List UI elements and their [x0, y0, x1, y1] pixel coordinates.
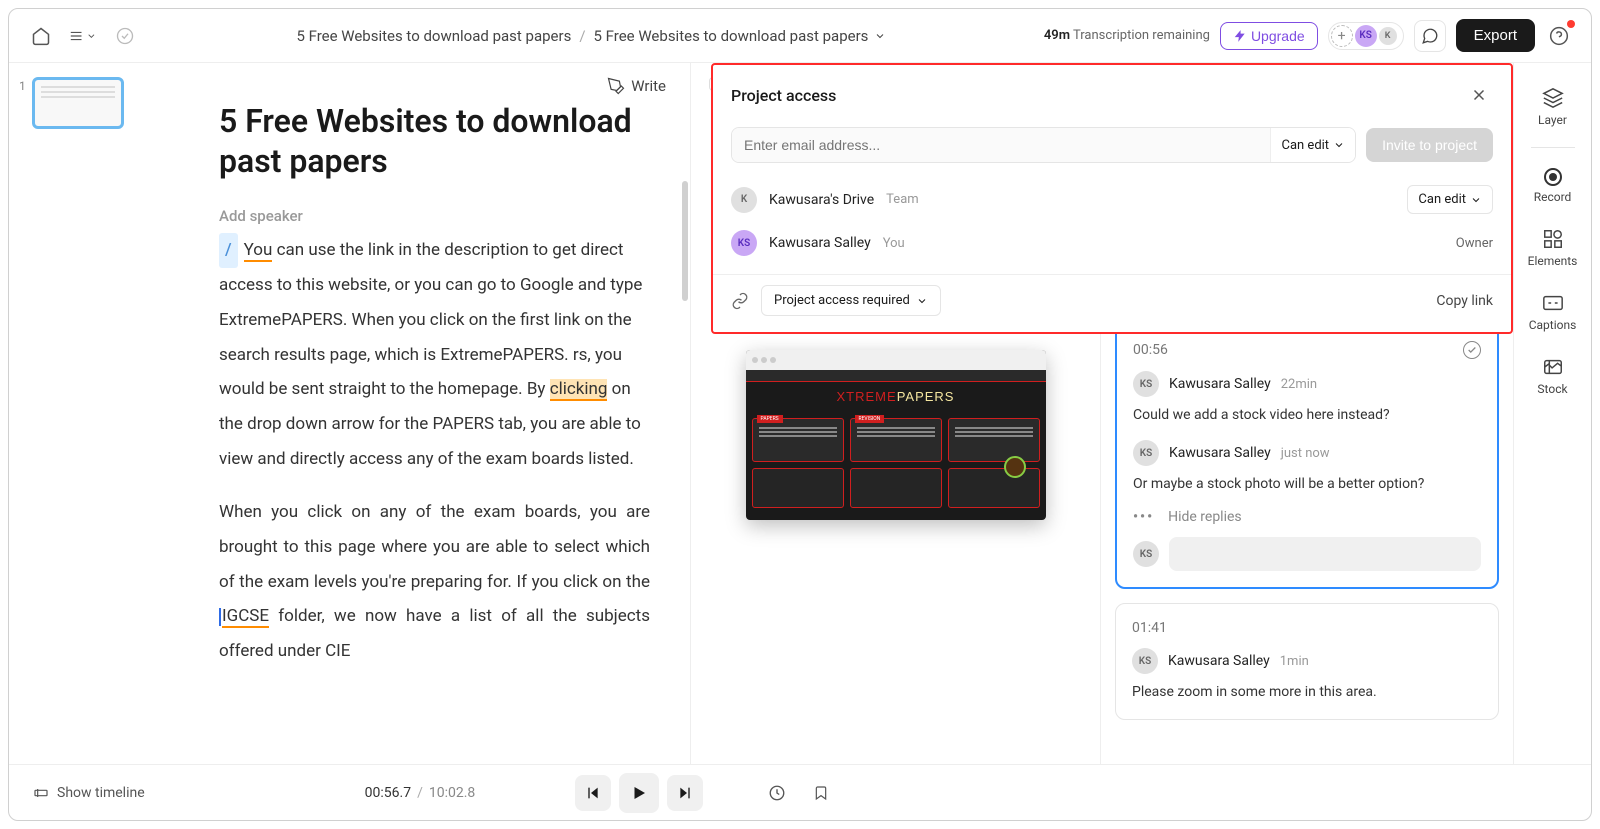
comment-button[interactable] [1414, 20, 1446, 52]
avatar: K [1379, 27, 1397, 45]
tool-captions[interactable]: Captions [1514, 282, 1591, 342]
lightning-icon [1233, 29, 1247, 43]
highlighted-word: IGCSE [222, 606, 269, 628]
stock-icon [1542, 356, 1564, 378]
avatar: KS [1133, 541, 1159, 567]
member-row: KS Kawusara Salley You Owner [731, 222, 1493, 264]
chevron-down-icon[interactable] [874, 30, 886, 42]
tool-elements[interactable]: Elements [1514, 218, 1591, 278]
breadcrumb-current[interactable]: 5 Free Websites to download past papers [594, 27, 887, 45]
project-access-title: Project access [731, 86, 836, 105]
comment-text: Could we add a stock video here instead? [1133, 405, 1481, 426]
video-preview[interactable]: XTREMEPAPERS PAPERS REVISION [746, 350, 1046, 520]
resolve-button[interactable] [1463, 341, 1481, 359]
add-speaker-button[interactable]: Add speaker [219, 207, 303, 225]
breadcrumb: 5 Free Websites to download past papers … [153, 27, 1030, 45]
home-icon[interactable] [27, 22, 55, 50]
text-cursor [219, 608, 221, 626]
segment-marker[interactable]: / [219, 233, 238, 268]
member-row: K Kawusara's Drive Team Can edit [731, 177, 1493, 222]
skip-forward-button[interactable] [667, 775, 703, 811]
speed-button[interactable] [763, 779, 791, 807]
time-display: 00:56.7/10:02.8 [365, 785, 476, 801]
permission-select[interactable]: Can edit [1270, 128, 1355, 162]
play-button[interactable] [619, 773, 659, 813]
check-circle-icon[interactable] [111, 22, 139, 50]
project-access-panel: Project access Can edit Invite to projec… [711, 63, 1513, 334]
comment-text: Please zoom in some more in this area. [1132, 682, 1482, 703]
timeline-icon [33, 785, 49, 801]
invite-email-input[interactable] [732, 128, 1270, 162]
user-presence[interactable]: + KS K [1328, 22, 1404, 50]
record-icon [1544, 168, 1562, 186]
tool-stock[interactable]: Stock [1514, 346, 1591, 406]
transcription-remaining: 49m Transcription remaining [1044, 28, 1210, 43]
scrollbar[interactable] [682, 181, 688, 301]
add-user-icon[interactable]: + [1331, 25, 1353, 47]
pen-icon [607, 77, 625, 95]
tool-layer[interactable]: Layer [1514, 77, 1591, 137]
menu-icon[interactable] [69, 22, 97, 50]
layers-icon [1542, 87, 1564, 109]
webcam-overlay [1004, 456, 1026, 478]
avatar: K [731, 187, 757, 213]
write-button[interactable]: Write [607, 77, 666, 95]
avatar: KS [1355, 25, 1377, 47]
more-options-icon[interactable]: ••• [1133, 509, 1154, 525]
captions-icon [1542, 292, 1564, 314]
member-role: Owner [1456, 236, 1493, 251]
access-level-select[interactable]: Project access required [761, 285, 941, 316]
avatar: KS [731, 230, 757, 256]
elements-icon [1542, 228, 1564, 250]
comment-text: Or maybe a stock photo will be a better … [1133, 474, 1481, 495]
document-title[interactable]: 5 Free Websites to download past papers [219, 101, 650, 181]
help-button[interactable] [1545, 22, 1573, 50]
copy-link-button[interactable]: Copy link [1436, 293, 1493, 309]
hide-replies-button[interactable]: Hide replies [1168, 509, 1242, 525]
slide-thumbnails: 1 [9, 63, 149, 764]
avatar: KS [1133, 440, 1159, 466]
export-button[interactable]: Export [1456, 19, 1535, 52]
invite-button[interactable]: Invite to project [1366, 128, 1493, 162]
transcript-body[interactable]: /You can use the link in the description… [219, 233, 650, 669]
slide-thumb-preview [32, 77, 124, 129]
upgrade-button[interactable]: Upgrade [1220, 22, 1318, 50]
link-icon [731, 292, 749, 310]
comment-timestamp[interactable]: 00:56 [1133, 342, 1168, 358]
reply-input[interactable] [1169, 537, 1481, 571]
skip-back-button[interactable] [575, 775, 611, 811]
show-timeline-button[interactable]: Show timeline [33, 785, 145, 801]
avatar: KS [1133, 371, 1159, 397]
comment-thread[interactable]: 01:41 KS Kawusara Salley 1min Please zoo… [1115, 603, 1499, 720]
bookmark-button[interactable] [807, 779, 835, 807]
comment-timestamp[interactable]: 01:41 [1132, 620, 1167, 636]
breadcrumb-separator: / [579, 27, 585, 45]
comment-thread[interactable]: 00:56 KS Kawusara Salley 22min Could we … [1115, 323, 1499, 589]
tool-record[interactable]: Record [1514, 158, 1591, 214]
highlighted-word: clicking [550, 379, 608, 401]
member-permission-select[interactable]: Can edit [1407, 185, 1493, 214]
close-icon[interactable] [1465, 81, 1493, 109]
breadcrumb-parent[interactable]: 5 Free Websites to download past papers [296, 27, 571, 45]
avatar: KS [1132, 648, 1158, 674]
slide-thumb[interactable]: 1 [19, 77, 139, 129]
preview-logo: XTREMEPAPERS [837, 389, 955, 404]
